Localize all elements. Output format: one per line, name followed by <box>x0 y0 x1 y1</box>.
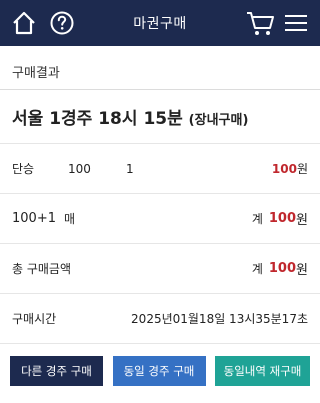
total-currency: 원 <box>296 263 308 278</box>
bet-detail-row: 단승 100 1 100 원 <box>0 144 320 194</box>
bet-currency: 원 <box>296 162 308 176</box>
purchase-time: 2025년01월18일 13시35분17초 <box>131 312 308 326</box>
help-icon[interactable] <box>48 9 76 37</box>
bet-amount: 100 <box>271 161 297 176</box>
purchase-location: (장내구매) <box>188 113 249 128</box>
time-label: 구매시간 <box>12 312 57 326</box>
total-row: 총 구매금액 계 100 원 <box>0 244 320 294</box>
total-sum-label: 계 <box>251 262 263 276</box>
same-race-button[interactable]: 동일 경주 구매 <box>112 356 206 386</box>
repurchase-button[interactable]: 동일내역 재구매 <box>215 356 310 386</box>
cart-icon[interactable] <box>244 9 276 37</box>
other-race-button[interactable]: 다른 경주 구매 <box>10 356 103 386</box>
total-amount: 100 <box>268 261 297 276</box>
unit-amount: 100 <box>268 211 297 226</box>
time-row: 구매시간 2025년01월18일 13시35분17초 <box>0 294 320 344</box>
total-label: 총 구매금액 <box>12 262 72 276</box>
menu-icon[interactable] <box>282 9 310 37</box>
bet-count: 1 <box>126 161 134 176</box>
action-buttons: 다른 경주 구매 동일 경주 구매 동일내역 재구매 <box>0 344 320 386</box>
section-title: 구매결과 <box>0 46 320 90</box>
unit-currency: 원 <box>296 213 308 228</box>
race-info: 서울 1경주 18시 15분 (장내구매) <box>0 90 320 144</box>
unit-label: 100+1 <box>12 211 56 226</box>
top-bar: 마권구매 <box>0 0 320 46</box>
home-icon[interactable] <box>10 9 38 37</box>
bet-number: 100 <box>68 161 91 176</box>
page-title: 마권구매 <box>133 16 187 32</box>
bet-type: 단승 <box>12 162 35 176</box>
unit-suffix: 매 <box>63 212 76 226</box>
race-title: 서울 1경주 18시 15분 <box>12 109 183 129</box>
unit-total-label: 계 <box>251 212 263 226</box>
unit-row: 100+1 매 계 100 원 <box>0 194 320 244</box>
